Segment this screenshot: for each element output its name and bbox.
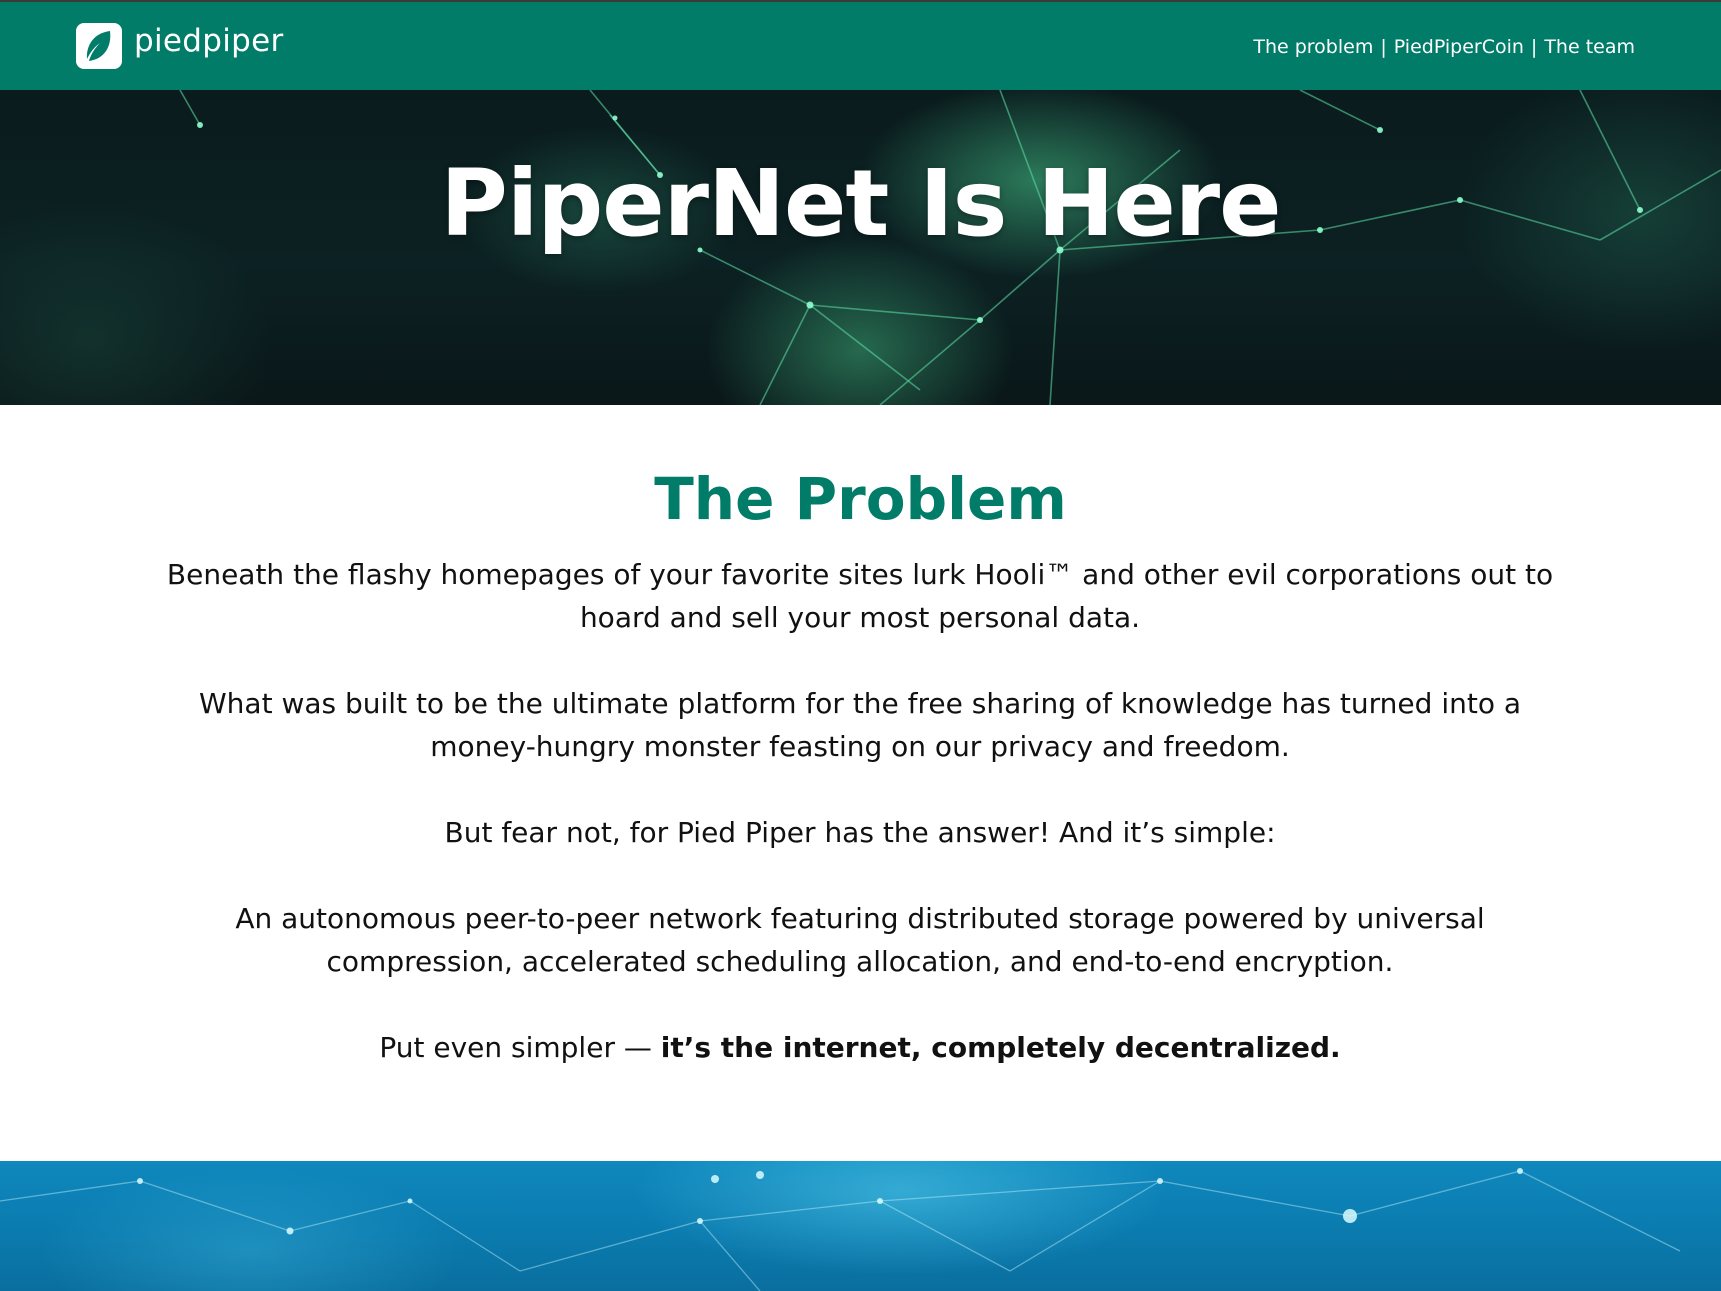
problem-body: Beneath the flashy homepages of your fav… bbox=[160, 553, 1560, 1112]
problem-paragraph: But fear not, for Pied Piper has the ans… bbox=[444, 816, 1276, 849]
closing-prefix: Put even simpler — bbox=[379, 1031, 661, 1064]
piedpiper-logo-icon bbox=[76, 23, 122, 69]
hero-banner: PiperNet Is Here bbox=[0, 90, 1721, 405]
top-navbar: piedpiper The problem | PiedPiperCoin | … bbox=[0, 0, 1721, 90]
problem-closing: Put even simpler — it’s the internet, co… bbox=[160, 1026, 1560, 1069]
band-network-background bbox=[0, 1168, 1681, 1291]
nav-link-the-problem[interactable]: The problem bbox=[1253, 36, 1373, 58]
closing-emphasis: it’s the internet, completely decentrali… bbox=[660, 1031, 1341, 1064]
brand-home-link[interactable]: piedpiper bbox=[76, 22, 284, 70]
problem-paragraph: Beneath the flashy homepages of your fav… bbox=[166, 558, 1554, 634]
nav-link-piedpipercoin[interactable]: PiedPiperCoin bbox=[1394, 36, 1524, 58]
hero-title: PiperNet Is Here bbox=[440, 150, 1281, 257]
problem-paragraph: What was built to be the ultimate platfo… bbox=[198, 687, 1522, 763]
problem-title: The Problem bbox=[654, 465, 1067, 533]
main-nav: The problem | PiedPiperCoin | The team bbox=[1253, 36, 1635, 58]
nav-separator: | bbox=[1380, 36, 1387, 58]
nav-link-the-team[interactable]: The team bbox=[1544, 36, 1635, 58]
nav-separator: | bbox=[1530, 36, 1538, 58]
next-section-band bbox=[0, 1161, 1721, 1291]
problem-section: The Problem Beneath the flashy homepages… bbox=[0, 405, 1721, 1161]
problem-paragraph: An autonomous peer-to-peer network featu… bbox=[235, 902, 1485, 978]
brand-name: piedpiper bbox=[134, 23, 284, 59]
